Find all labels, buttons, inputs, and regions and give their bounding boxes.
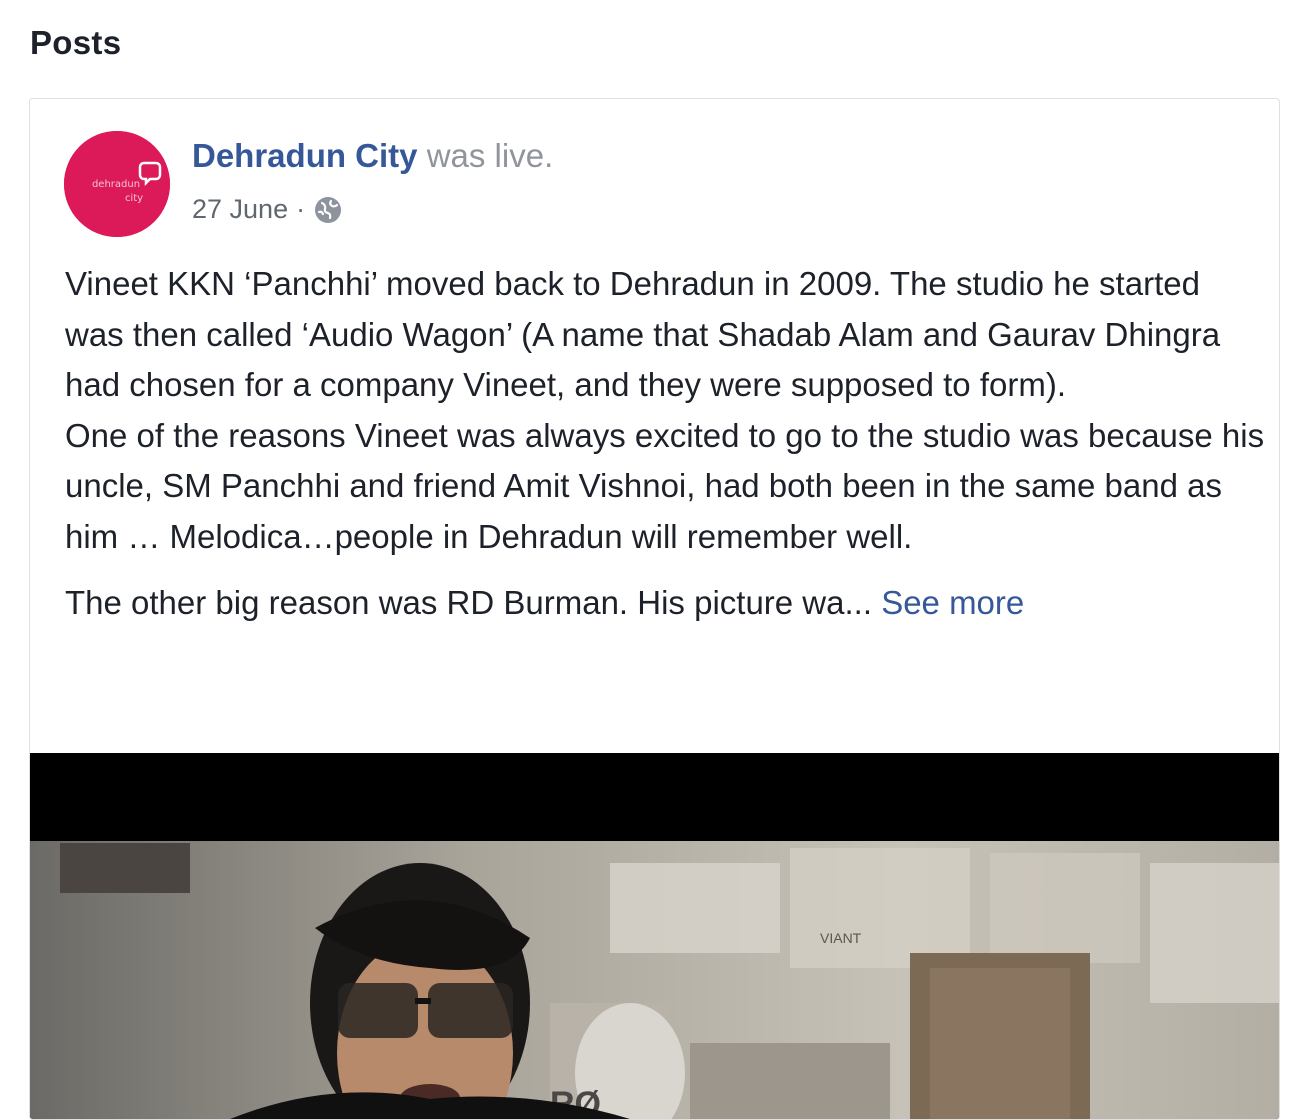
post-paragraph: Vineet KKN ‘Panchhi’ moved back to Dehra…	[65, 265, 1221, 403]
post-card: dehradun city Dehradun City was live. 27…	[29, 98, 1280, 1120]
svg-text:VIANT: VIANT	[820, 930, 862, 946]
post-date-link[interactable]: 27 June	[192, 194, 288, 225]
globe-icon[interactable]	[313, 195, 343, 225]
section-title: Posts	[30, 24, 122, 61]
page-avatar[interactable]: dehradun city	[64, 131, 170, 237]
post-body: Vineet KKN ‘Panchhi’ moved back to Dehra…	[65, 259, 1265, 629]
svg-text:city: city	[125, 193, 143, 204]
live-status-text: was live.	[417, 137, 554, 174]
post-header: Dehradun City was live.	[192, 137, 553, 175]
post-paragraph: One of the reasons Vineet was always exc…	[65, 416, 1265, 555]
meta-separator: ·	[296, 194, 306, 224]
svg-text:dehradun: dehradun	[92, 179, 140, 190]
live-video-player[interactable]: VIANT RØ	[30, 753, 1279, 1119]
video-frame-image: VIANT RØ	[30, 753, 1279, 1119]
dehradun-city-logo-icon: dehradun city	[64, 131, 170, 237]
truncated-text: The other big reason was RD Burman. His …	[65, 584, 873, 621]
post-paragraph-truncated: The other big reason was RD Burman. His …	[65, 578, 1265, 629]
post-meta: 27 June ·	[192, 194, 343, 225]
see-more-link[interactable]: See more	[881, 584, 1024, 621]
page-name-link[interactable]: Dehradun City	[192, 137, 418, 174]
